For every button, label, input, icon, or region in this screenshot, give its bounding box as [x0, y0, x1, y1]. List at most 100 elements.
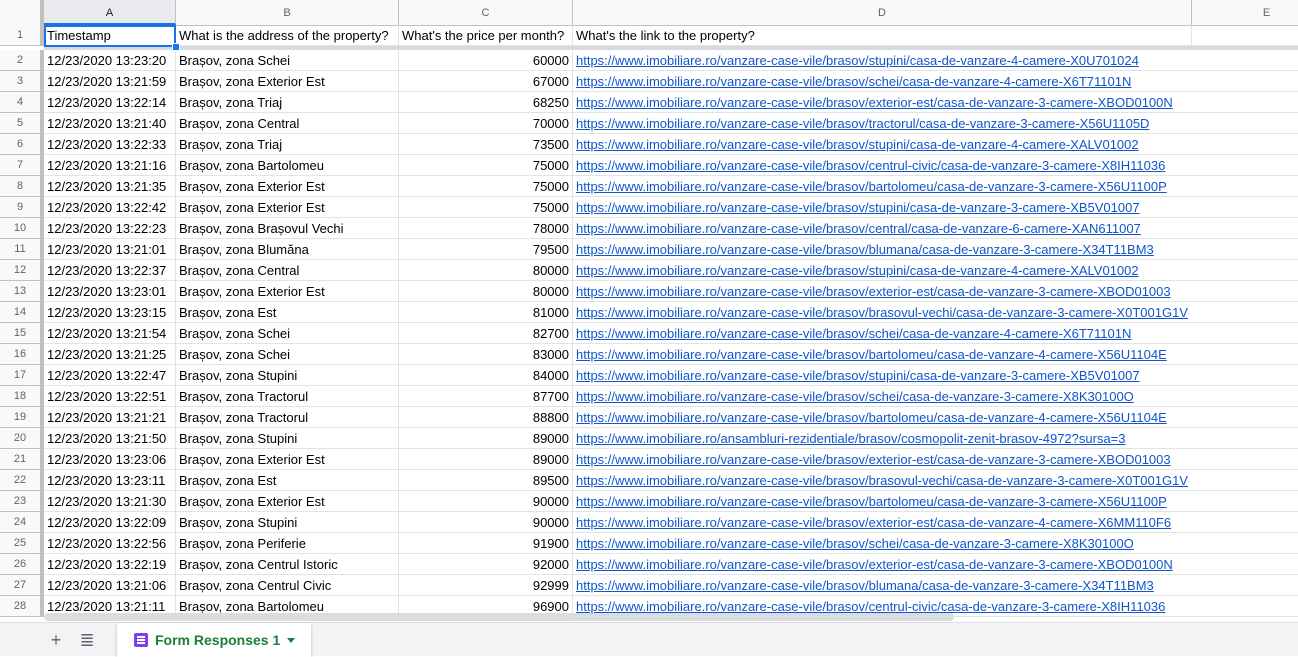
- empty-cell[interactable]: [1192, 134, 1298, 155]
- empty-cell[interactable]: [1192, 155, 1298, 176]
- timestamp-cell[interactable]: 12/23/2020 13:21:01: [44, 239, 176, 260]
- price-cell[interactable]: 75000: [399, 176, 573, 197]
- timestamp-cell[interactable]: 12/23/2020 13:21:16: [44, 155, 176, 176]
- property-link-cell[interactable]: https://www.imobiliare.ro/vanzare-case-v…: [573, 323, 1192, 344]
- price-cell[interactable]: 80000: [399, 281, 573, 302]
- row-number[interactable]: 28: [0, 596, 44, 617]
- empty-cell[interactable]: [1192, 386, 1298, 407]
- empty-cell[interactable]: [1192, 512, 1298, 533]
- property-link-cell[interactable]: https://www.imobiliare.ro/vanzare-case-v…: [573, 113, 1192, 134]
- row-number[interactable]: 19: [0, 407, 44, 428]
- row-number[interactable]: 26: [0, 554, 44, 575]
- property-link-cell[interactable]: https://www.imobiliare.ro/vanzare-case-v…: [573, 554, 1192, 575]
- row-number[interactable]: 15: [0, 323, 44, 344]
- row-number[interactable]: 17: [0, 365, 44, 386]
- address-cell[interactable]: Brașov, zona Centrul Istoric: [176, 554, 399, 575]
- empty-cell[interactable]: [1192, 533, 1298, 554]
- row-number[interactable]: 21: [0, 449, 44, 470]
- timestamp-cell[interactable]: 12/23/2020 13:21:40: [44, 113, 176, 134]
- address-cell[interactable]: Brașov, zona Tractorul: [176, 407, 399, 428]
- price-cell[interactable]: 88800: [399, 407, 573, 428]
- price-cell[interactable]: 75000: [399, 197, 573, 218]
- header-cell-address[interactable]: What is the address of the property?: [176, 25, 399, 46]
- address-cell[interactable]: Brașov, zona Stupini: [176, 512, 399, 533]
- row-number[interactable]: 14: [0, 302, 44, 323]
- timestamp-cell[interactable]: 12/23/2020 13:21:30: [44, 491, 176, 512]
- price-cell[interactable]: 80000: [399, 260, 573, 281]
- address-cell[interactable]: Brașov, zona Tractorul: [176, 386, 399, 407]
- price-cell[interactable]: 70000: [399, 113, 573, 134]
- header-cell-link[interactable]: What's the link to the property?: [573, 25, 1192, 46]
- price-cell[interactable]: 60000: [399, 50, 573, 71]
- property-link-cell[interactable]: https://www.imobiliare.ro/vanzare-case-v…: [573, 71, 1192, 92]
- address-cell[interactable]: Brașov, zona Central: [176, 113, 399, 134]
- address-cell[interactable]: Brașov, zona Schei: [176, 344, 399, 365]
- column-header-e[interactable]: E: [1192, 0, 1298, 25]
- address-cell[interactable]: Brașov, zona Stupini: [176, 428, 399, 449]
- address-cell[interactable]: Brașov, zona Exterior Est: [176, 71, 399, 92]
- row-number[interactable]: 5: [0, 113, 44, 134]
- property-link-cell[interactable]: https://www.imobiliare.ro/vanzare-case-v…: [573, 470, 1192, 491]
- timestamp-cell[interactable]: 12/23/2020 13:23:15: [44, 302, 176, 323]
- price-cell[interactable]: 83000: [399, 344, 573, 365]
- timestamp-cell[interactable]: 12/23/2020 13:22:56: [44, 533, 176, 554]
- address-cell[interactable]: Brașov, zona Triaj: [176, 92, 399, 113]
- property-link-cell[interactable]: https://www.imobiliare.ro/vanzare-case-v…: [573, 344, 1192, 365]
- address-cell[interactable]: Brașov, zona Blumăna: [176, 239, 399, 260]
- address-cell[interactable]: Brașov, zona Central: [176, 260, 399, 281]
- property-link-cell[interactable]: https://www.imobiliare.ro/vanzare-case-v…: [573, 365, 1192, 386]
- empty-cell[interactable]: [1192, 596, 1298, 617]
- timestamp-cell[interactable]: 12/23/2020 13:21:21: [44, 407, 176, 428]
- row-number[interactable]: 12: [0, 260, 44, 281]
- property-link-cell[interactable]: https://www.imobiliare.ro/vanzare-case-v…: [573, 155, 1192, 176]
- timestamp-cell[interactable]: 12/23/2020 13:23:20: [44, 50, 176, 71]
- empty-cell[interactable]: [1192, 92, 1298, 113]
- row-number[interactable]: 22: [0, 470, 44, 491]
- empty-cell[interactable]: [1192, 50, 1298, 71]
- timestamp-cell[interactable]: 12/23/2020 13:22:37: [44, 260, 176, 281]
- timestamp-cell[interactable]: 12/23/2020 13:21:25: [44, 344, 176, 365]
- empty-cell[interactable]: [1192, 218, 1298, 239]
- empty-cell[interactable]: [1192, 428, 1298, 449]
- address-cell[interactable]: Brașov, zona Exterior Est: [176, 449, 399, 470]
- empty-cell[interactable]: [1192, 25, 1298, 46]
- price-cell[interactable]: 84000: [399, 365, 573, 386]
- price-cell[interactable]: 89000: [399, 449, 573, 470]
- property-link-cell[interactable]: https://www.imobiliare.ro/vanzare-case-v…: [573, 260, 1192, 281]
- row-number[interactable]: 18: [0, 386, 44, 407]
- timestamp-cell[interactable]: 12/23/2020 13:21:59: [44, 71, 176, 92]
- add-sheet-button[interactable]: +: [44, 629, 68, 651]
- property-link-cell[interactable]: https://www.imobiliare.ro/vanzare-case-v…: [573, 575, 1192, 596]
- property-link-cell[interactable]: https://www.imobiliare.ro/vanzare-case-v…: [573, 449, 1192, 470]
- column-header-c[interactable]: C: [399, 0, 573, 25]
- row-number[interactable]: 10: [0, 218, 44, 239]
- address-cell[interactable]: Brașov, zona Est: [176, 470, 399, 491]
- row-number[interactable]: 24: [0, 512, 44, 533]
- address-cell[interactable]: Brașov, zona Exterior Est: [176, 197, 399, 218]
- empty-cell[interactable]: [1192, 281, 1298, 302]
- timestamp-cell[interactable]: 12/23/2020 13:22:51: [44, 386, 176, 407]
- column-header-a[interactable]: A: [44, 0, 176, 25]
- timestamp-cell[interactable]: 12/23/2020 13:23:06: [44, 449, 176, 470]
- property-link-cell[interactable]: https://www.imobiliare.ro/vanzare-case-v…: [573, 134, 1192, 155]
- property-link-cell[interactable]: https://www.imobiliare.ro/vanzare-case-v…: [573, 302, 1192, 323]
- price-cell[interactable]: 79500: [399, 239, 573, 260]
- address-cell[interactable]: Brașov, zona Centrul Civic: [176, 575, 399, 596]
- property-link-cell[interactable]: https://www.imobiliare.ro/vanzare-case-v…: [573, 218, 1192, 239]
- price-cell[interactable]: 87700: [399, 386, 573, 407]
- fill-handle[interactable]: [172, 43, 180, 51]
- header-cell-timestamp[interactable]: Timestamp: [44, 25, 176, 46]
- address-cell[interactable]: Brașov, zona Est: [176, 302, 399, 323]
- row-number[interactable]: 16: [0, 344, 44, 365]
- row-number[interactable]: 25: [0, 533, 44, 554]
- header-cell-price[interactable]: What's the price per month?: [399, 25, 573, 46]
- price-cell[interactable]: 68250: [399, 92, 573, 113]
- empty-cell[interactable]: [1192, 260, 1298, 281]
- price-cell[interactable]: 92000: [399, 554, 573, 575]
- timestamp-cell[interactable]: 12/23/2020 13:22:09: [44, 512, 176, 533]
- price-cell[interactable]: 90000: [399, 491, 573, 512]
- timestamp-cell[interactable]: 12/23/2020 13:22:23: [44, 218, 176, 239]
- timestamp-cell[interactable]: 12/23/2020 13:23:01: [44, 281, 176, 302]
- select-all-corner[interactable]: [0, 0, 44, 25]
- row-number[interactable]: 27: [0, 575, 44, 596]
